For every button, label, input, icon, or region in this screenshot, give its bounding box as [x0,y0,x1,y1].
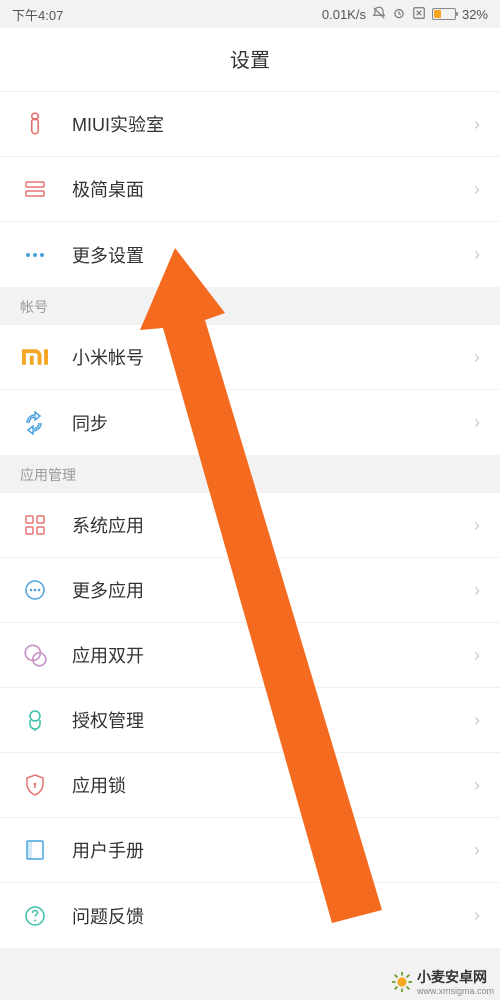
item-label: 极简桌面 [72,176,474,202]
item-app-lock[interactable]: 应用锁 › [0,753,500,818]
section-header-apps: 应用管理 [0,455,500,493]
watermark-url: www.xmsigma.com [417,987,494,996]
item-sync[interactable]: 同步 › [0,390,500,455]
more-apps-icon [20,575,50,605]
chevron-right-icon: › [474,710,480,731]
item-label: 用户手册 [72,837,474,863]
item-feedback[interactable]: 问题反馈 › [0,883,500,948]
item-manual[interactable]: 用户手册 › [0,818,500,883]
manual-icon [20,835,50,865]
close-box-icon [412,6,426,23]
settings-group-1: 小米帐号 › 同步 › [0,325,500,455]
item-label: 应用锁 [72,772,474,798]
feedback-icon [20,901,50,931]
lab-icon [20,109,50,139]
chevron-right-icon: › [474,645,480,666]
section-header-account: 帐号 [0,287,500,325]
watermark: 小麦安卓网 www.xmsigma.com [391,967,494,996]
item-label: 更多应用 [72,577,474,603]
item-label: 同步 [72,410,474,436]
chevron-right-icon: › [474,905,480,926]
settings-group-0: MIUI实验室 › 极简桌面 › 更多设置 › [0,92,500,287]
item-lite-home[interactable]: 极简桌面 › [0,157,500,222]
item-label: 应用双开 [72,642,474,668]
item-mi-account[interactable]: 小米帐号 › [0,325,500,390]
settings-group-2: 系统应用 › 更多应用 › 应用双开 › 授权管理 › 应用锁 › 用户手册 › [0,493,500,948]
item-label: 问题反馈 [72,903,474,929]
chevron-right-icon: › [474,840,480,861]
page-title: 设置 [0,28,500,92]
app-lock-icon [20,770,50,800]
grid-apps-icon [20,510,50,540]
no-sound-icon [372,6,386,23]
status-time: 下午4:07 [12,5,63,24]
status-bar: 下午4:07 0.01K/s 32% [0,0,500,28]
chevron-right-icon: › [474,114,480,135]
item-label: 小米帐号 [72,344,474,370]
chevron-right-icon: › [474,347,480,368]
chevron-right-icon: › [474,515,480,536]
status-right: 0.01K/s 32% [322,6,488,23]
watermark-logo-icon [391,971,413,993]
item-dual-apps[interactable]: 应用双开 › [0,623,500,688]
chevron-right-icon: › [474,244,480,265]
item-label: 授权管理 [72,707,474,733]
more-dots-icon [20,240,50,270]
dual-apps-icon [20,640,50,670]
item-more[interactable]: 更多设置 › [0,222,500,287]
lite-desktop-icon [20,174,50,204]
permissions-icon [20,705,50,735]
mi-logo-icon [20,342,50,372]
status-speed: 0.01K/s [322,7,366,22]
item-miui-lab[interactable]: MIUI实验室 › [0,92,500,157]
alarm-icon [392,6,406,23]
item-label: 更多设置 [72,242,474,268]
chevron-right-icon: › [474,179,480,200]
watermark-brand: 小麦安卓网 [417,967,494,987]
battery-percent: 32% [462,7,488,22]
chevron-right-icon: › [474,580,480,601]
chevron-right-icon: › [474,775,480,796]
item-permissions[interactable]: 授权管理 › [0,688,500,753]
item-label: MIUI实验室 [72,111,474,137]
item-label: 系统应用 [72,512,474,538]
item-more-apps[interactable]: 更多应用 › [0,558,500,623]
sync-icon [20,408,50,438]
item-sys-apps[interactable]: 系统应用 › [0,493,500,558]
chevron-right-icon: › [474,412,480,433]
battery-icon [432,8,456,20]
